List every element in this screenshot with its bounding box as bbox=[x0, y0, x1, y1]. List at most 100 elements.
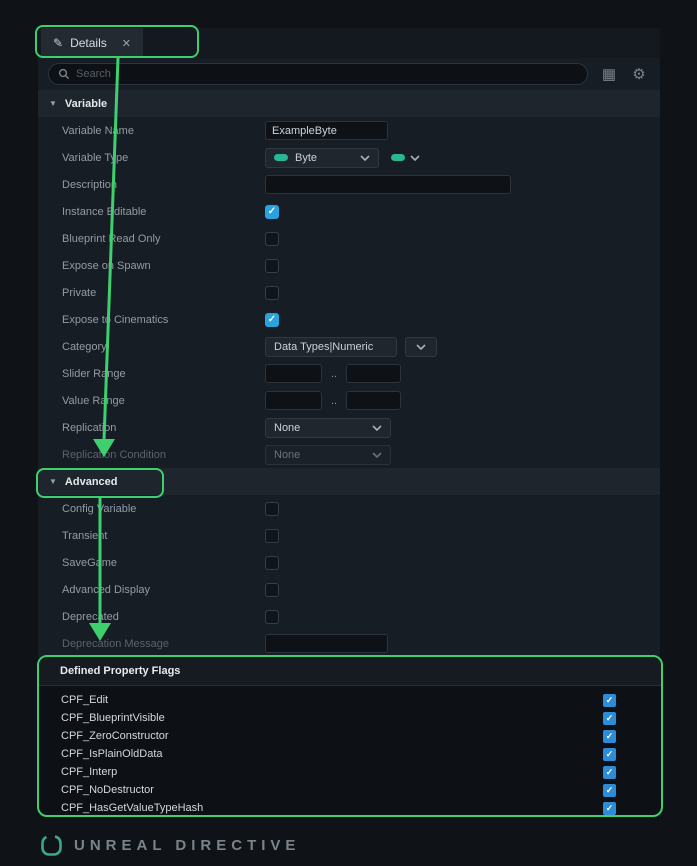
flags-list: CPF_Edit CPF_BlueprintVisible CPF_ZeroCo… bbox=[39, 686, 661, 817]
slider-range-label: Slider Range bbox=[62, 368, 265, 380]
category-dropdown-button[interactable] bbox=[405, 337, 437, 357]
flag-checkbox[interactable] bbox=[603, 748, 616, 761]
deprecation-message-input[interactable] bbox=[265, 634, 388, 653]
flag-label: CPF_BlueprintVisible bbox=[61, 712, 165, 724]
flag-row: CPF_Interp bbox=[39, 763, 661, 781]
property-matrix-icon[interactable]: ▦ bbox=[600, 65, 618, 83]
section-header-advanced[interactable]: ▼ Advanced bbox=[38, 468, 660, 495]
deprecated-checkbox[interactable] bbox=[265, 610, 279, 624]
slider-range-max-input[interactable] bbox=[346, 364, 401, 383]
flag-checkbox[interactable] bbox=[603, 730, 616, 743]
details-panel: ✎ Details ✕ ▦ ⚙ ▼ Variable Variable Name bbox=[38, 28, 660, 658]
row-replication-condition: Replication Condition None bbox=[38, 441, 660, 468]
flag-label: CPF_NoDestructor bbox=[61, 784, 154, 796]
slider-range-min-input[interactable] bbox=[265, 364, 322, 383]
chevron-down-icon bbox=[410, 155, 420, 161]
row-config-variable: Config Variable bbox=[38, 495, 660, 522]
flag-checkbox[interactable] bbox=[603, 694, 616, 707]
instance-editable-checkbox[interactable] bbox=[265, 205, 279, 219]
section-header-variable[interactable]: ▼ Variable bbox=[38, 90, 660, 117]
close-tab-icon[interactable]: ✕ bbox=[122, 37, 131, 50]
brand-wordmark: UNREAL DIRECTIVE bbox=[74, 837, 300, 854]
row-slider-range: Slider Range .. bbox=[38, 360, 660, 387]
flag-label: CPF_Edit bbox=[61, 694, 108, 706]
row-deprecated: Deprecated bbox=[38, 603, 660, 630]
row-transient: Transient bbox=[38, 522, 660, 549]
chevron-down-icon bbox=[372, 452, 382, 458]
row-savegame: SaveGame bbox=[38, 549, 660, 576]
variable-name-label: Variable Name bbox=[62, 125, 265, 137]
edit-pen-icon: ✎ bbox=[53, 36, 63, 50]
replication-condition-dropdown[interactable]: None bbox=[265, 445, 391, 465]
expose-on-spawn-checkbox[interactable] bbox=[265, 259, 279, 273]
flag-checkbox[interactable] bbox=[603, 802, 616, 815]
variable-type-value: Byte bbox=[295, 152, 317, 164]
row-replication: Replication None bbox=[38, 414, 660, 441]
instance-editable-label: Instance Editable bbox=[62, 206, 265, 218]
range-separator: .. bbox=[331, 395, 337, 407]
value-range-max-input[interactable] bbox=[346, 391, 401, 410]
section-title: Advanced bbox=[65, 476, 118, 488]
page: ✎ Details ✕ ▦ ⚙ ▼ Variable Variable Name bbox=[0, 0, 697, 866]
chevron-down-icon bbox=[360, 155, 370, 161]
flag-row: CPF_HasGetValueTypeHash bbox=[39, 799, 661, 817]
savegame-checkbox[interactable] bbox=[265, 556, 279, 570]
replication-value: None bbox=[274, 422, 300, 434]
advanced-display-checkbox[interactable] bbox=[265, 583, 279, 597]
flag-label: CPF_Interp bbox=[61, 766, 117, 778]
search-box[interactable] bbox=[48, 63, 588, 85]
replication-label: Replication bbox=[62, 422, 265, 434]
config-variable-label: Config Variable bbox=[62, 503, 265, 515]
flag-checkbox[interactable] bbox=[603, 712, 616, 725]
chevron-down-icon bbox=[372, 425, 382, 431]
section-title: Variable bbox=[65, 98, 107, 110]
collapse-arrow-icon: ▼ bbox=[49, 99, 57, 108]
details-tab[interactable]: ✎ Details ✕ bbox=[41, 28, 143, 58]
flag-label: CPF_ZeroConstructor bbox=[61, 730, 169, 742]
description-input[interactable] bbox=[265, 175, 511, 194]
row-variable-name: Variable Name bbox=[38, 117, 660, 144]
deprecation-message-label: Deprecation Message bbox=[62, 638, 265, 650]
tab-strip: ✎ Details ✕ bbox=[38, 28, 660, 58]
expose-to-cinematics-label: Expose to Cinematics bbox=[62, 314, 265, 326]
unreal-directive-logo-icon bbox=[40, 834, 63, 857]
chevron-down-icon bbox=[416, 344, 426, 350]
expose-on-spawn-label: Expose on Spawn bbox=[62, 260, 265, 272]
private-checkbox[interactable] bbox=[265, 286, 279, 300]
flag-checkbox[interactable] bbox=[603, 784, 616, 797]
flag-checkbox[interactable] bbox=[603, 766, 616, 779]
search-input[interactable] bbox=[76, 68, 578, 80]
variable-name-input[interactable] bbox=[265, 121, 388, 140]
flag-label: CPF_IsPlainOldData bbox=[61, 748, 163, 760]
details-tab-label: Details bbox=[70, 36, 107, 50]
search-row: ▦ ⚙ bbox=[38, 58, 660, 90]
replication-condition-value: None bbox=[274, 449, 300, 461]
range-separator: .. bbox=[331, 368, 337, 380]
flags-panel-title: Defined Property Flags bbox=[39, 657, 661, 686]
search-icon bbox=[58, 68, 70, 80]
flag-row: CPF_BlueprintVisible bbox=[39, 709, 661, 727]
expose-to-cinematics-checkbox[interactable] bbox=[265, 313, 279, 327]
flag-row: CPF_IsPlainOldData bbox=[39, 745, 661, 763]
category-value: Data Types|Numeric bbox=[274, 341, 373, 353]
blueprint-read-only-checkbox[interactable] bbox=[265, 232, 279, 246]
settings-gear-icon[interactable]: ⚙ bbox=[630, 65, 648, 83]
footer: UNREAL DIRECTIVE bbox=[40, 834, 300, 857]
value-range-min-input[interactable] bbox=[265, 391, 322, 410]
flag-label: CPF_HasGetValueTypeHash bbox=[61, 802, 203, 814]
flag-row: CPF_NoDestructor bbox=[39, 781, 661, 799]
private-label: Private bbox=[62, 287, 265, 299]
byte-type-pill-icon bbox=[274, 154, 288, 161]
byte-type-pill-icon bbox=[391, 154, 405, 161]
category-combobox[interactable]: Data Types|Numeric bbox=[265, 337, 397, 357]
row-value-range: Value Range .. bbox=[38, 387, 660, 414]
variable-type-dropdown[interactable]: Byte bbox=[265, 148, 379, 168]
container-type-dropdown[interactable] bbox=[391, 154, 420, 161]
category-label: Category bbox=[62, 341, 265, 353]
flag-row: CPF_ZeroConstructor bbox=[39, 727, 661, 745]
flag-row: CPF_Edit bbox=[39, 691, 661, 709]
transient-checkbox[interactable] bbox=[265, 529, 279, 543]
config-variable-checkbox[interactable] bbox=[265, 502, 279, 516]
replication-dropdown[interactable]: None bbox=[265, 418, 391, 438]
row-instance-editable: Instance Editable bbox=[38, 198, 660, 225]
